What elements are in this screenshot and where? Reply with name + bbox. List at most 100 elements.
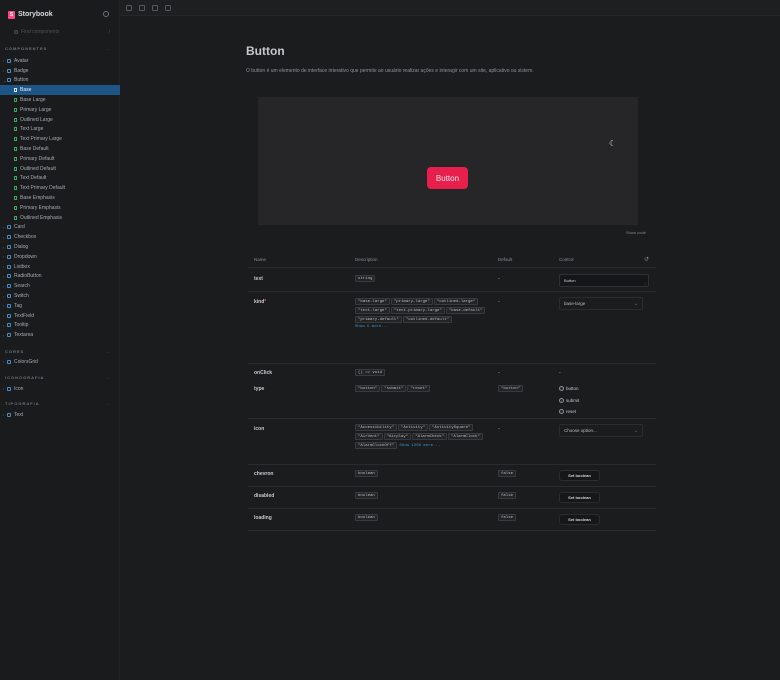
- group-label: COMPONENTES: [5, 46, 48, 51]
- story-base[interactable]: Base: [0, 85, 120, 96]
- sidebar-item-card[interactable]: › Card: [0, 223, 120, 233]
- kind-select[interactable]: base-large ⌄: [559, 297, 643, 310]
- component-icon: [7, 274, 11, 279]
- sidebar-item-switch[interactable]: › Switch: [0, 291, 120, 301]
- story-primary-large[interactable]: Primary Large: [0, 105, 120, 115]
- theme-moon-icon[interactable]: ☾: [609, 140, 617, 148]
- arg-name-onclick: onClick: [254, 370, 273, 376]
- story-base-emphasis[interactable]: Base Emphasis: [0, 193, 120, 203]
- sidebar-item-checkbox[interactable]: › Checkbox: [0, 232, 120, 242]
- story-primary-emphasis[interactable]: Primary Emphasis: [0, 203, 120, 213]
- demo-button[interactable]: Button: [427, 167, 468, 189]
- component-icon: [7, 58, 11, 63]
- component-icon: [7, 359, 11, 364]
- brand-name: Storybook: [18, 11, 53, 18]
- search-placeholder: Find components: [21, 29, 60, 35]
- arg-types-disabled: boolean: [355, 492, 487, 501]
- zoom-in-icon[interactable]: [126, 4, 132, 11]
- sidebar-item-dropdown[interactable]: › Dropdown: [0, 252, 120, 262]
- sidebar-item-avatar[interactable]: › Avatar: [0, 56, 120, 66]
- set-boolean-button[interactable]: Set boolean: [559, 492, 600, 503]
- arg-types-type: "button" "submit" "reset": [355, 385, 487, 394]
- group-tipografia[interactable]: TIPOGRAFIA –: [5, 401, 110, 406]
- control-text: Button ⌟: [559, 274, 649, 287]
- text-control-input[interactable]: Button ⌟: [559, 274, 649, 287]
- show-code-button[interactable]: Show code: [626, 230, 646, 235]
- sidebar: S Storybook Find components / COMPONENTE…: [0, 0, 120, 680]
- group-label: ICONOGRAFIA: [5, 375, 45, 380]
- grid-icon[interactable]: [152, 4, 158, 11]
- story-primary-default[interactable]: Primary Default: [0, 154, 120, 164]
- story-base-large[interactable]: Base Large: [0, 95, 120, 105]
- settings-gear-icon[interactable]: [103, 11, 109, 17]
- header-control: Control: [559, 257, 574, 262]
- story-icon: [14, 147, 17, 152]
- sidebar-item-listbox[interactable]: › Listbox: [0, 262, 120, 272]
- control-type: button submit reset: [559, 383, 579, 418]
- type-chip: "Activity": [398, 424, 429, 431]
- arg-name-text: text: [254, 276, 263, 282]
- divider: [248, 267, 656, 268]
- sidebar-item-text[interactable]: › Text: [0, 410, 120, 420]
- sidebar-item-textfield[interactable]: › TextField: [0, 311, 120, 321]
- story-text-primary-large[interactable]: Text Primary Large: [0, 134, 120, 144]
- arg-types-kind: "base-large" "primary-large" "outlined-lar…: [355, 298, 487, 329]
- group-iconografia[interactable]: ICONOGRAFIA –: [5, 375, 110, 380]
- story-base-default[interactable]: Base Default: [0, 144, 120, 154]
- story-outlined-large[interactable]: Outlined Large: [0, 115, 120, 125]
- story-outlined-default[interactable]: Outlined Default: [0, 164, 120, 174]
- story-text-primary-default[interactable]: Text Primary Default: [0, 183, 120, 193]
- component-icon: [7, 303, 11, 308]
- brand[interactable]: S Storybook: [8, 10, 53, 19]
- background-icon[interactable]: [165, 4, 171, 11]
- component-icon: [7, 284, 11, 289]
- divider: [248, 291, 656, 292]
- arg-name-loading: loading: [254, 515, 272, 521]
- icon-select[interactable]: Choose option... ⌄: [559, 424, 643, 437]
- collapse-icon: –: [106, 375, 110, 380]
- radio-button[interactable]: button: [559, 383, 579, 395]
- type-chip: boolean: [355, 492, 378, 499]
- type-chip: "AirVent": [355, 433, 383, 440]
- control-kind: base-large ⌄: [559, 297, 643, 310]
- tree-cores: › ColorsGrid: [0, 357, 120, 367]
- sidebar-item-colorsgrid[interactable]: › ColorsGrid: [0, 357, 120, 367]
- sidebar-item-textarea[interactable]: › Textarea: [0, 330, 120, 340]
- docs-page: Button O button é um elemento de interfa…: [120, 16, 780, 680]
- story-icon: [14, 98, 17, 103]
- radio-reset[interactable]: reset: [559, 406, 579, 418]
- divider: [248, 530, 656, 531]
- type-chip: "outlined-large": [433, 298, 479, 305]
- sidebar-item-radiobutton[interactable]: › RadioButton: [0, 272, 120, 282]
- search-input[interactable]: Find components /: [9, 28, 110, 36]
- story-icon: [14, 166, 17, 171]
- show-more-link[interactable]: Show 5 more...: [355, 325, 487, 329]
- story-text-default[interactable]: Text Default: [0, 174, 120, 184]
- story-icon: [14, 176, 17, 181]
- arg-default-loading: false: [498, 514, 517, 523]
- sidebar-item-button[interactable]: ⌄ Button: [0, 76, 120, 86]
- set-boolean-button[interactable]: Set boolean: [559, 470, 600, 481]
- reset-icon[interactable]: ↺: [644, 256, 649, 263]
- resize-handle-icon[interactable]: ⌟: [644, 280, 646, 285]
- type-chip: () => void: [355, 369, 386, 376]
- control-icon: Choose option... ⌄: [559, 424, 643, 437]
- story-text-large[interactable]: Text Large: [0, 125, 120, 135]
- sidebar-item-tag[interactable]: › Tag: [0, 301, 120, 311]
- group-cores[interactable]: CORES –: [5, 349, 110, 354]
- default-chip: false: [498, 514, 517, 521]
- radio-submit[interactable]: submit: [559, 395, 579, 407]
- sidebar-item-tooltip[interactable]: › Tooltip: [0, 321, 120, 331]
- sidebar-item-search[interactable]: › Search: [0, 281, 120, 291]
- set-boolean-button[interactable]: Set boolean: [559, 514, 600, 525]
- group-componentes[interactable]: COMPONENTES –: [5, 46, 110, 51]
- arg-types-text: string: [355, 275, 487, 284]
- sidebar-item-dialog[interactable]: › Dialog: [0, 242, 120, 252]
- story-outlined-emphasis[interactable]: Outlined Emphasis: [0, 213, 120, 223]
- page-description: O button é um elemento de interface inte…: [246, 68, 534, 74]
- zoom-out-icon[interactable]: [139, 4, 145, 11]
- sidebar-item-badge[interactable]: › Badge: [0, 66, 120, 76]
- story-icon: [14, 107, 17, 112]
- sidebar-item-icon[interactable]: › Icon: [0, 384, 120, 394]
- show-more-link[interactable]: Show 1250 more...: [399, 444, 440, 448]
